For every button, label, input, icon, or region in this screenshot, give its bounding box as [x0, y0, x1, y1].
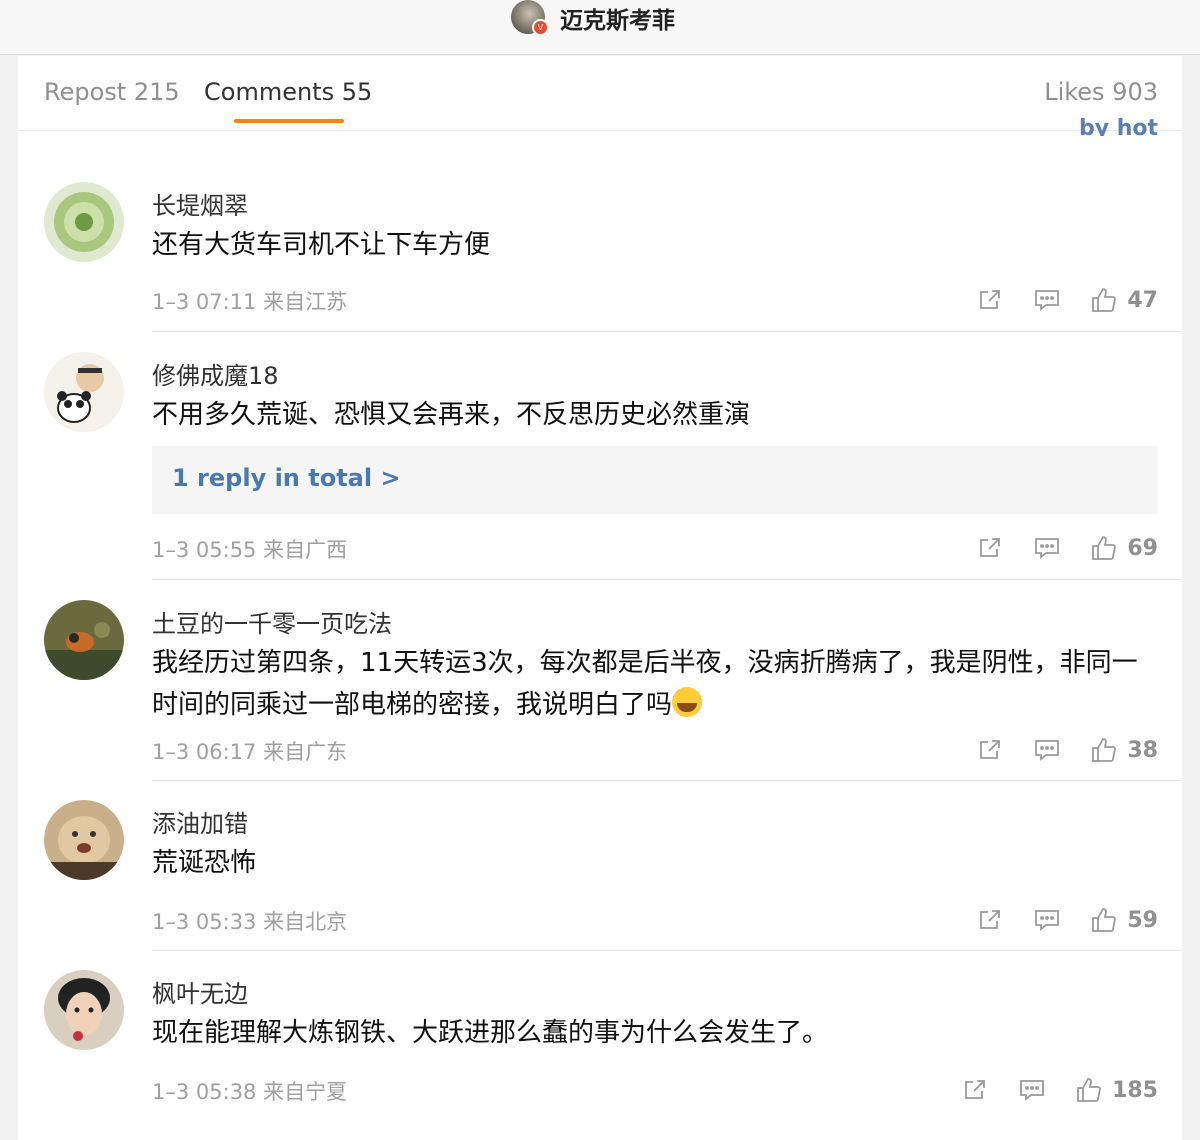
like-count: 69 — [1127, 535, 1158, 561]
thumbs-up-icon[interactable] — [1089, 285, 1119, 315]
avatar[interactable] — [44, 182, 124, 262]
share-icon[interactable] — [975, 735, 1005, 765]
comment-actions: 38 — [948, 735, 1158, 765]
author-avatar[interactable]: V — [511, 0, 549, 36]
sort-toggle[interactable]: by hot — [1079, 116, 1158, 136]
tab-bar: Repost 215 Comments 55 Likes 903 by hot — [18, 56, 1182, 136]
comment-meta: 1–3 07:11 来自江苏 — [152, 290, 348, 314]
comment-icon[interactable] — [1032, 285, 1062, 315]
laughing-crying-emoji-icon — [672, 687, 703, 717]
comment-actions: 69 — [948, 533, 1158, 563]
thumbs-up-icon[interactable] — [1074, 1075, 1104, 1105]
thumbs-up-icon[interactable] — [1089, 533, 1119, 563]
like-count: 38 — [1127, 737, 1158, 763]
comment-meta: 1–3 05:38 来自宁夏 — [152, 1080, 348, 1104]
thumbs-up-icon[interactable] — [1089, 905, 1119, 935]
share-icon[interactable] — [975, 905, 1005, 935]
share-icon[interactable] — [960, 1075, 990, 1105]
tab-likes[interactable]: Likes 903 — [1044, 78, 1158, 106]
comment-username[interactable]: 添油加错 — [152, 804, 248, 839]
comment-meta: 1–3 05:33 来自北京 — [152, 910, 348, 934]
comment-icon[interactable] — [1032, 533, 1062, 563]
comment-username[interactable]: 土豆的一千零一页吃法 — [152, 604, 392, 639]
comment-text: 现在能理解大炼钢铁、大跃进那么蠢的事为什么会发生了。 — [152, 1018, 829, 1048]
share-icon[interactable] — [975, 285, 1005, 315]
comments-card: Repost 215 Comments 55 Likes 903 by hot … — [18, 56, 1182, 1140]
active-tab-indicator — [234, 119, 344, 123]
avatar[interactable] — [44, 970, 124, 1050]
share-icon[interactable] — [975, 533, 1005, 563]
comment-icon[interactable] — [1032, 905, 1062, 935]
thumbs-up-icon[interactable] — [1089, 735, 1119, 765]
like-count: 47 — [1127, 287, 1158, 313]
verified-badge-icon: V — [532, 19, 549, 36]
reply-summary[interactable]: 1 reply in total > — [152, 446, 1158, 514]
comment-icon[interactable] — [1032, 735, 1062, 765]
top-bar: V 迈克斯考菲 — [0, 0, 1200, 55]
comment-actions: 47 — [948, 285, 1158, 315]
comment-username[interactable]: 枫叶无边 — [152, 974, 248, 1009]
avatar[interactable] — [44, 352, 124, 432]
comment-text: 还有大货车司机不让下车方便 — [152, 230, 491, 260]
like-count: 185 — [1112, 1077, 1158, 1103]
divider — [152, 579, 1182, 580]
comment-actions: 185 — [933, 1075, 1158, 1105]
comment-username[interactable]: 修佛成魔18 — [152, 356, 279, 391]
avatar[interactable] — [44, 800, 124, 880]
comment-username[interactable]: 长堤烟翠 — [152, 186, 248, 221]
comment-text: 我经历过第四条，11天转运3次，每次都是后半夜，没病折腾病了，我是阴性，非同一时… — [152, 648, 1138, 720]
comment-icon[interactable] — [1017, 1075, 1047, 1105]
tab-comments[interactable]: Comments 55 — [204, 78, 372, 106]
author-name[interactable]: 迈克斯考菲 — [560, 1, 675, 35]
comment-actions: 59 — [948, 905, 1158, 935]
comment-text: 不用多久荒诞、恐惧又会再来，不反思历史必然重演 — [152, 400, 751, 430]
like-count: 59 — [1127, 907, 1158, 933]
divider — [152, 331, 1182, 332]
avatar[interactable] — [44, 600, 124, 680]
comment-text: 荒诞恐怖 — [152, 848, 257, 878]
comment-meta: 1–3 05:55 来自广西 — [152, 538, 348, 562]
divider — [152, 780, 1182, 781]
tab-repost[interactable]: Repost 215 — [44, 78, 180, 106]
reply-summary-link[interactable]: 1 reply in total > — [172, 464, 401, 492]
comment-meta: 1–3 06:17 来自广东 — [152, 740, 348, 764]
divider — [152, 950, 1182, 951]
